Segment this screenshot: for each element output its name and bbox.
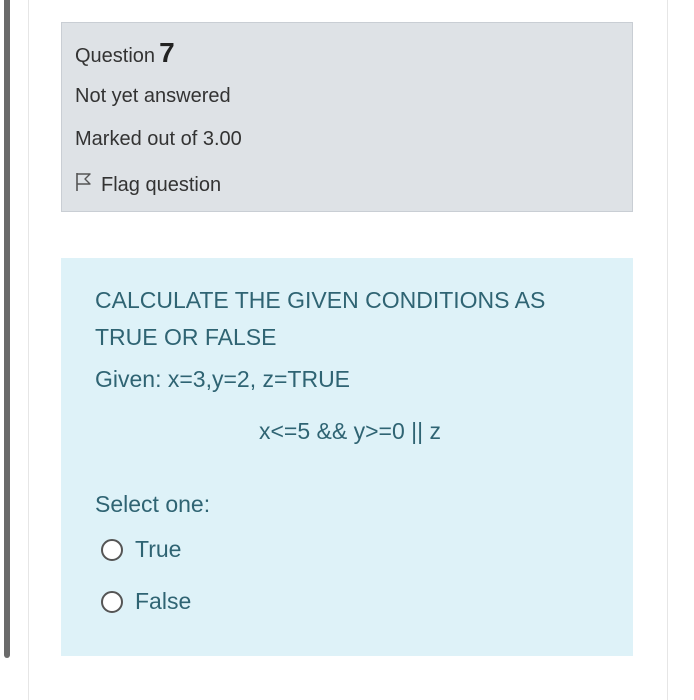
flag-icon [75, 172, 101, 198]
answer-option-true[interactable]: True [101, 536, 181, 563]
question-number: Question 7 [75, 37, 175, 69]
question-number-value: 7 [159, 37, 175, 68]
question-text: CALCULATE THE GIVEN CONDITIONS AS TRUE O… [95, 287, 546, 350]
scroll-indicator[interactable] [4, 0, 10, 658]
answer-option-label: True [135, 536, 182, 562]
question-label: Question [75, 45, 156, 67]
answer-option-label: False [135, 588, 192, 614]
answer-option-false[interactable]: False [101, 588, 191, 615]
radio-button-false[interactable] [101, 590, 123, 613]
select-one-prompt: Select one: [95, 491, 211, 517]
radio-button-true[interactable] [101, 538, 123, 561]
question-content-panel: CALCULATE THE GIVEN CONDITIONS AS TRUE O… [61, 258, 633, 656]
given-values: Given: x=3,y=2, z=TRUE [95, 366, 351, 392]
question-info-panel: Question 7 Not yet answered Marked out of… [61, 22, 633, 212]
question-state: Not yet answered [75, 85, 231, 107]
question-grade: Marked out of 3.00 [75, 128, 242, 150]
condition-expression: x<=5 && y>=0 || z [258, 418, 441, 444]
flag-label: Flag question [101, 173, 222, 196]
flag-question-link[interactable]: Flag question [75, 172, 221, 198]
